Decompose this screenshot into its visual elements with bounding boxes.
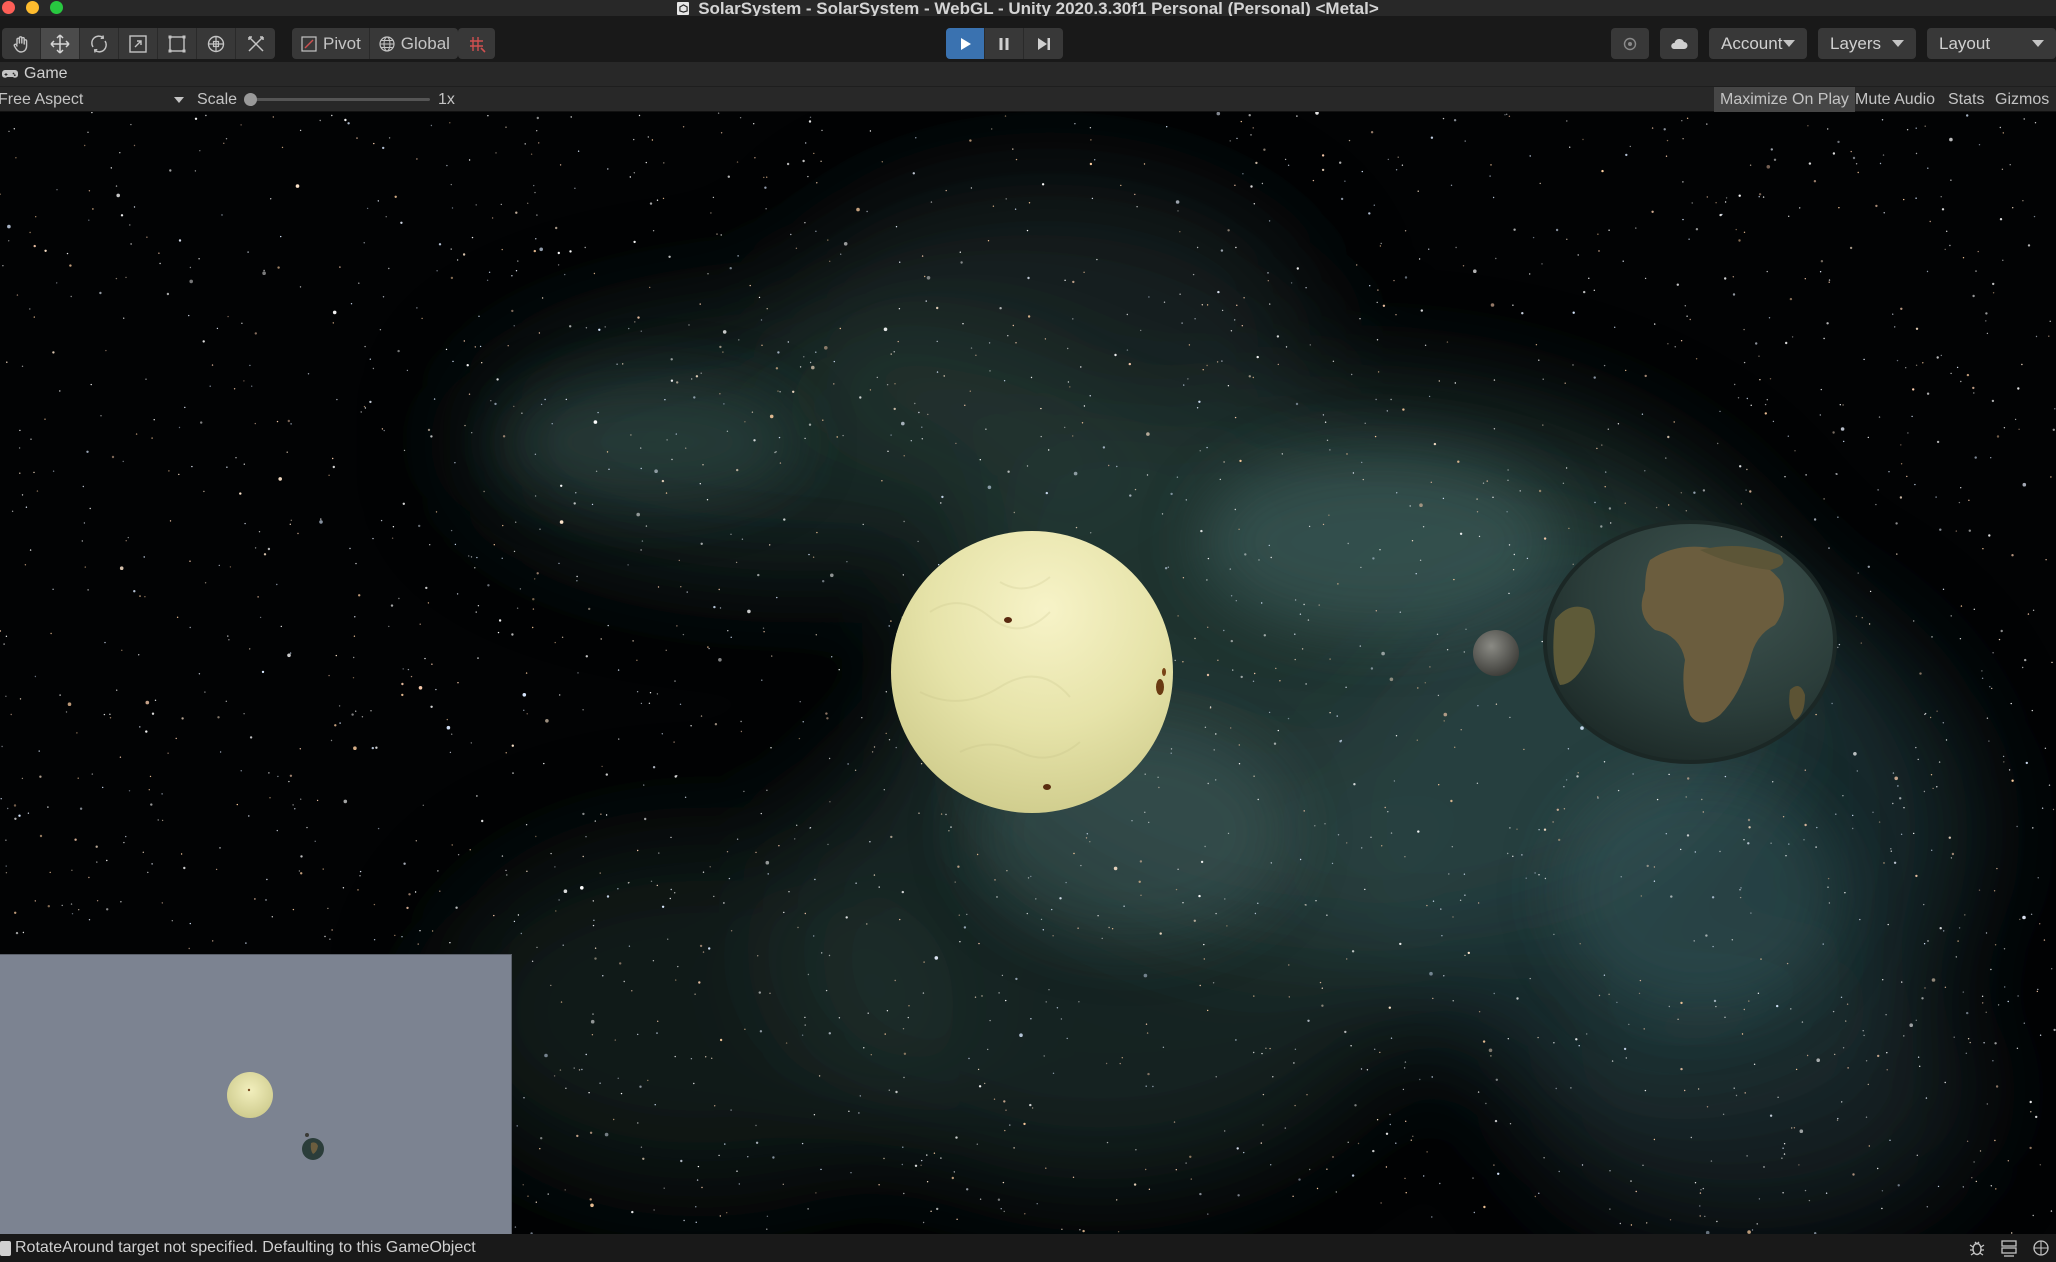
- rotate-tool-button[interactable]: [80, 28, 119, 59]
- mute-audio-toggle[interactable]: Mute Audio: [1849, 87, 1941, 112]
- info-icon: [0, 1240, 11, 1256]
- gamepad-icon: [2, 70, 18, 78]
- window-title-wrap: SolarSystem - SolarSystem - WebGL - Unit…: [677, 0, 1379, 18]
- transform-icon: [207, 35, 225, 52]
- window-title: SolarSystem - SolarSystem - WebGL - Unit…: [698, 0, 1379, 18]
- minimap-moon: [305, 1133, 309, 1137]
- minimap-render: [227, 1072, 324, 1160]
- rotate-icon: [91, 34, 107, 53]
- game-view-toolbar: Free Aspect Scale 1x Maximize On Play Mu…: [0, 86, 2056, 112]
- pivot-label: Pivot: [323, 33, 361, 53]
- pivot-icon: [301, 35, 317, 52]
- title-bar: SolarSystem - SolarSystem - WebGL - Unit…: [0, 0, 2056, 18]
- cloud-icon: [1671, 38, 1688, 49]
- close-window-button[interactable]: [2, 1, 15, 14]
- aspect-label: Free Aspect: [0, 90, 84, 108]
- aspect-dropdown[interactable]: Free Aspect: [0, 87, 186, 112]
- scale-label: Scale: [197, 91, 238, 108]
- bug-icon[interactable]: [1966, 1237, 1988, 1259]
- gizmos-toggle[interactable]: Gizmos: [1989, 87, 2055, 112]
- sun: [891, 531, 1173, 813]
- account-label: Account: [1721, 33, 1783, 53]
- transform-tool-button[interactable]: [197, 28, 236, 59]
- pause-icon: [999, 37, 1009, 50]
- hand-icon: [13, 35, 28, 53]
- layers-dropdown[interactable]: Layers: [1818, 28, 1916, 59]
- minimap-camera-view: [0, 954, 512, 1234]
- scale-slider[interactable]: [248, 98, 430, 101]
- handle-mode-group: Pivot Global: [292, 28, 458, 59]
- game-view[interactable]: [0, 112, 2056, 1234]
- step-button[interactable]: [1024, 28, 1063, 59]
- scale-tool-button[interactable]: [119, 28, 158, 59]
- minimize-window-button[interactable]: [26, 1, 39, 14]
- unity-logo-icon: [677, 2, 690, 15]
- minimap-sun: [227, 1072, 273, 1118]
- layers-label: Layers: [1830, 33, 1882, 53]
- layout-label: Layout: [1939, 33, 1991, 53]
- play-icon: [961, 37, 971, 50]
- global-toggle[interactable]: Global: [370, 28, 458, 59]
- scale-icon: [129, 34, 147, 53]
- chevron-down-icon: [2032, 40, 2044, 47]
- tab-game[interactable]: Game: [0, 65, 68, 83]
- collab-icon: [1623, 37, 1637, 50]
- globe-icon: [379, 35, 395, 52]
- move-icon: [50, 33, 70, 54]
- scale-value: 1x: [438, 91, 455, 108]
- collab-button[interactable]: [1611, 28, 1649, 59]
- pause-button[interactable]: [985, 28, 1024, 59]
- earth: [1543, 520, 1837, 764]
- moon: [1473, 630, 1519, 676]
- custom-tools-icon: [247, 35, 264, 52]
- rect-tool-button[interactable]: [158, 28, 197, 59]
- stats-toggle[interactable]: Stats: [1942, 87, 1990, 112]
- grid-snap-group: [458, 28, 495, 59]
- grid-snap-button[interactable]: [458, 28, 495, 59]
- grid-snap-icon: [469, 36, 486, 53]
- layout-dropdown[interactable]: Layout: [1927, 28, 2056, 59]
- play-controls: [946, 28, 1063, 59]
- move-tool-button[interactable]: [41, 28, 80, 59]
- play-button[interactable]: [946, 28, 985, 59]
- cloud-button[interactable]: [1660, 28, 1698, 59]
- chevron-down-icon: [1783, 40, 1795, 47]
- global-label: Global: [400, 33, 450, 53]
- cache-server-icon[interactable]: [1998, 1237, 2020, 1259]
- account-dropdown[interactable]: Account: [1709, 28, 1807, 59]
- auto-generate-lighting-icon[interactable]: [2030, 1237, 2052, 1259]
- maximize-on-play-toggle[interactable]: Maximize On Play: [1714, 87, 1855, 112]
- maximize-window-button[interactable]: [50, 1, 63, 14]
- step-icon: [1037, 37, 1050, 50]
- hand-tool-button[interactable]: [2, 28, 41, 59]
- chevron-down-icon: [174, 96, 184, 103]
- status-right-icons: [1966, 1234, 2056, 1262]
- scale-slider-handle[interactable]: [244, 93, 257, 106]
- tab-game-label: Game: [24, 65, 68, 82]
- status-message[interactable]: RotateAround target not specified. Defau…: [15, 1239, 476, 1257]
- status-bar: RotateAround target not specified. Defau…: [0, 1234, 2056, 1262]
- chevron-down-icon: [1892, 40, 1904, 47]
- custom-tools-button[interactable]: [236, 28, 275, 59]
- transform-tools: [2, 28, 275, 59]
- pivot-toggle[interactable]: Pivot: [292, 28, 370, 59]
- game-tab-bar: Game: [0, 62, 2056, 86]
- rect-icon: [168, 35, 186, 52]
